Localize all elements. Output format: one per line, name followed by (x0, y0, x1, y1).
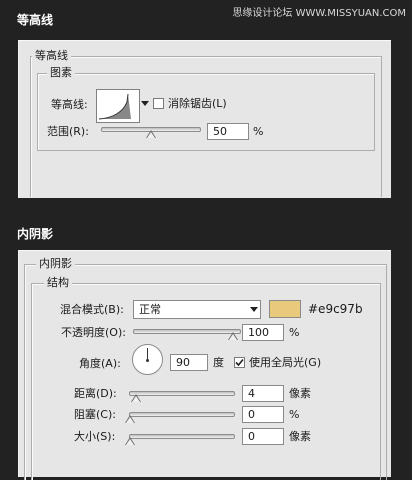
blend-mode-label: 混合模式(B): (60, 303, 124, 316)
contour-group-title: 等高线 (32, 49, 71, 63)
opacity-unit: % (289, 326, 300, 339)
color-swatch[interactable] (269, 300, 301, 318)
size-slider-thumb[interactable] (125, 437, 135, 445)
choke-unit: % (289, 408, 300, 421)
contour-label: 等高线: (51, 98, 88, 111)
checkmark-icon (235, 358, 244, 367)
contour-section-title: 等高线 (17, 13, 54, 27)
choke-slider-thumb[interactable] (125, 415, 135, 423)
antialias-checkbox[interactable] (153, 98, 164, 109)
size-slider-track[interactable] (129, 434, 235, 439)
range-label: 范围(R): (47, 125, 89, 138)
blend-mode-value: 正常 (139, 303, 161, 316)
distance-unit: 像素 (289, 387, 311, 400)
inner-shadow-group-title: 内阴影 (36, 257, 75, 271)
choke-slider-track[interactable] (129, 412, 235, 417)
contour-panel: 等高线 图素 等高线: 消除锯齿(L) 范围(R): 50 % (18, 40, 391, 198)
angle-dial[interactable] (132, 344, 163, 375)
blend-mode-dropdown-icon[interactable] (250, 307, 258, 312)
blend-mode-select[interactable]: 正常 (133, 300, 261, 319)
distance-label: 距离(D): (74, 387, 117, 400)
elements-subgroup (37, 73, 375, 151)
range-unit: % (253, 125, 264, 138)
angle-dial-center-icon (146, 359, 149, 362)
structure-subgroup-title: 结构 (44, 276, 72, 290)
opacity-input[interactable]: 100 (242, 324, 284, 341)
distance-input[interactable]: 4 (242, 385, 284, 402)
antialias-label[interactable]: 消除锯齿(L) (168, 97, 227, 111)
global-light-label[interactable]: 使用全局光(G) (249, 356, 321, 370)
color-hex-label: #e9c97b (308, 302, 363, 316)
inner-shadow-section-title: 内阴影 (17, 227, 54, 241)
contour-curve-icon (98, 93, 131, 120)
contour-dropdown-icon[interactable] (141, 101, 149, 106)
contour-preview[interactable] (96, 89, 140, 123)
choke-label: 阻塞(C): (74, 408, 116, 421)
distance-slider-track[interactable] (129, 391, 235, 396)
distance-slider-thumb[interactable] (131, 394, 141, 402)
choke-input[interactable]: 0 (242, 406, 284, 423)
opacity-slider-thumb[interactable] (228, 332, 238, 340)
angle-input[interactable]: 90 (170, 354, 208, 371)
size-input[interactable]: 0 (242, 428, 284, 445)
range-slider-thumb[interactable] (146, 130, 156, 138)
size-unit: 像素 (289, 430, 311, 443)
angle-unit: 度 (213, 356, 224, 369)
opacity-slider-track[interactable] (133, 329, 241, 334)
inner-shadow-panel: 内阴影 结构 混合模式(B): 正常 #e9c97b 不透明度(O): 100 … (18, 250, 391, 480)
watermark-text: 思缘设计论坛 WWW.MISSYUAN.COM (232, 8, 406, 19)
angle-label: 角度(A): (79, 357, 121, 370)
size-label: 大小(S): (74, 430, 116, 443)
elements-subgroup-title: 图素 (47, 66, 75, 80)
range-input[interactable]: 50 (207, 123, 249, 140)
opacity-label: 不透明度(O): (61, 326, 126, 339)
global-light-checkbox[interactable] (234, 357, 245, 368)
